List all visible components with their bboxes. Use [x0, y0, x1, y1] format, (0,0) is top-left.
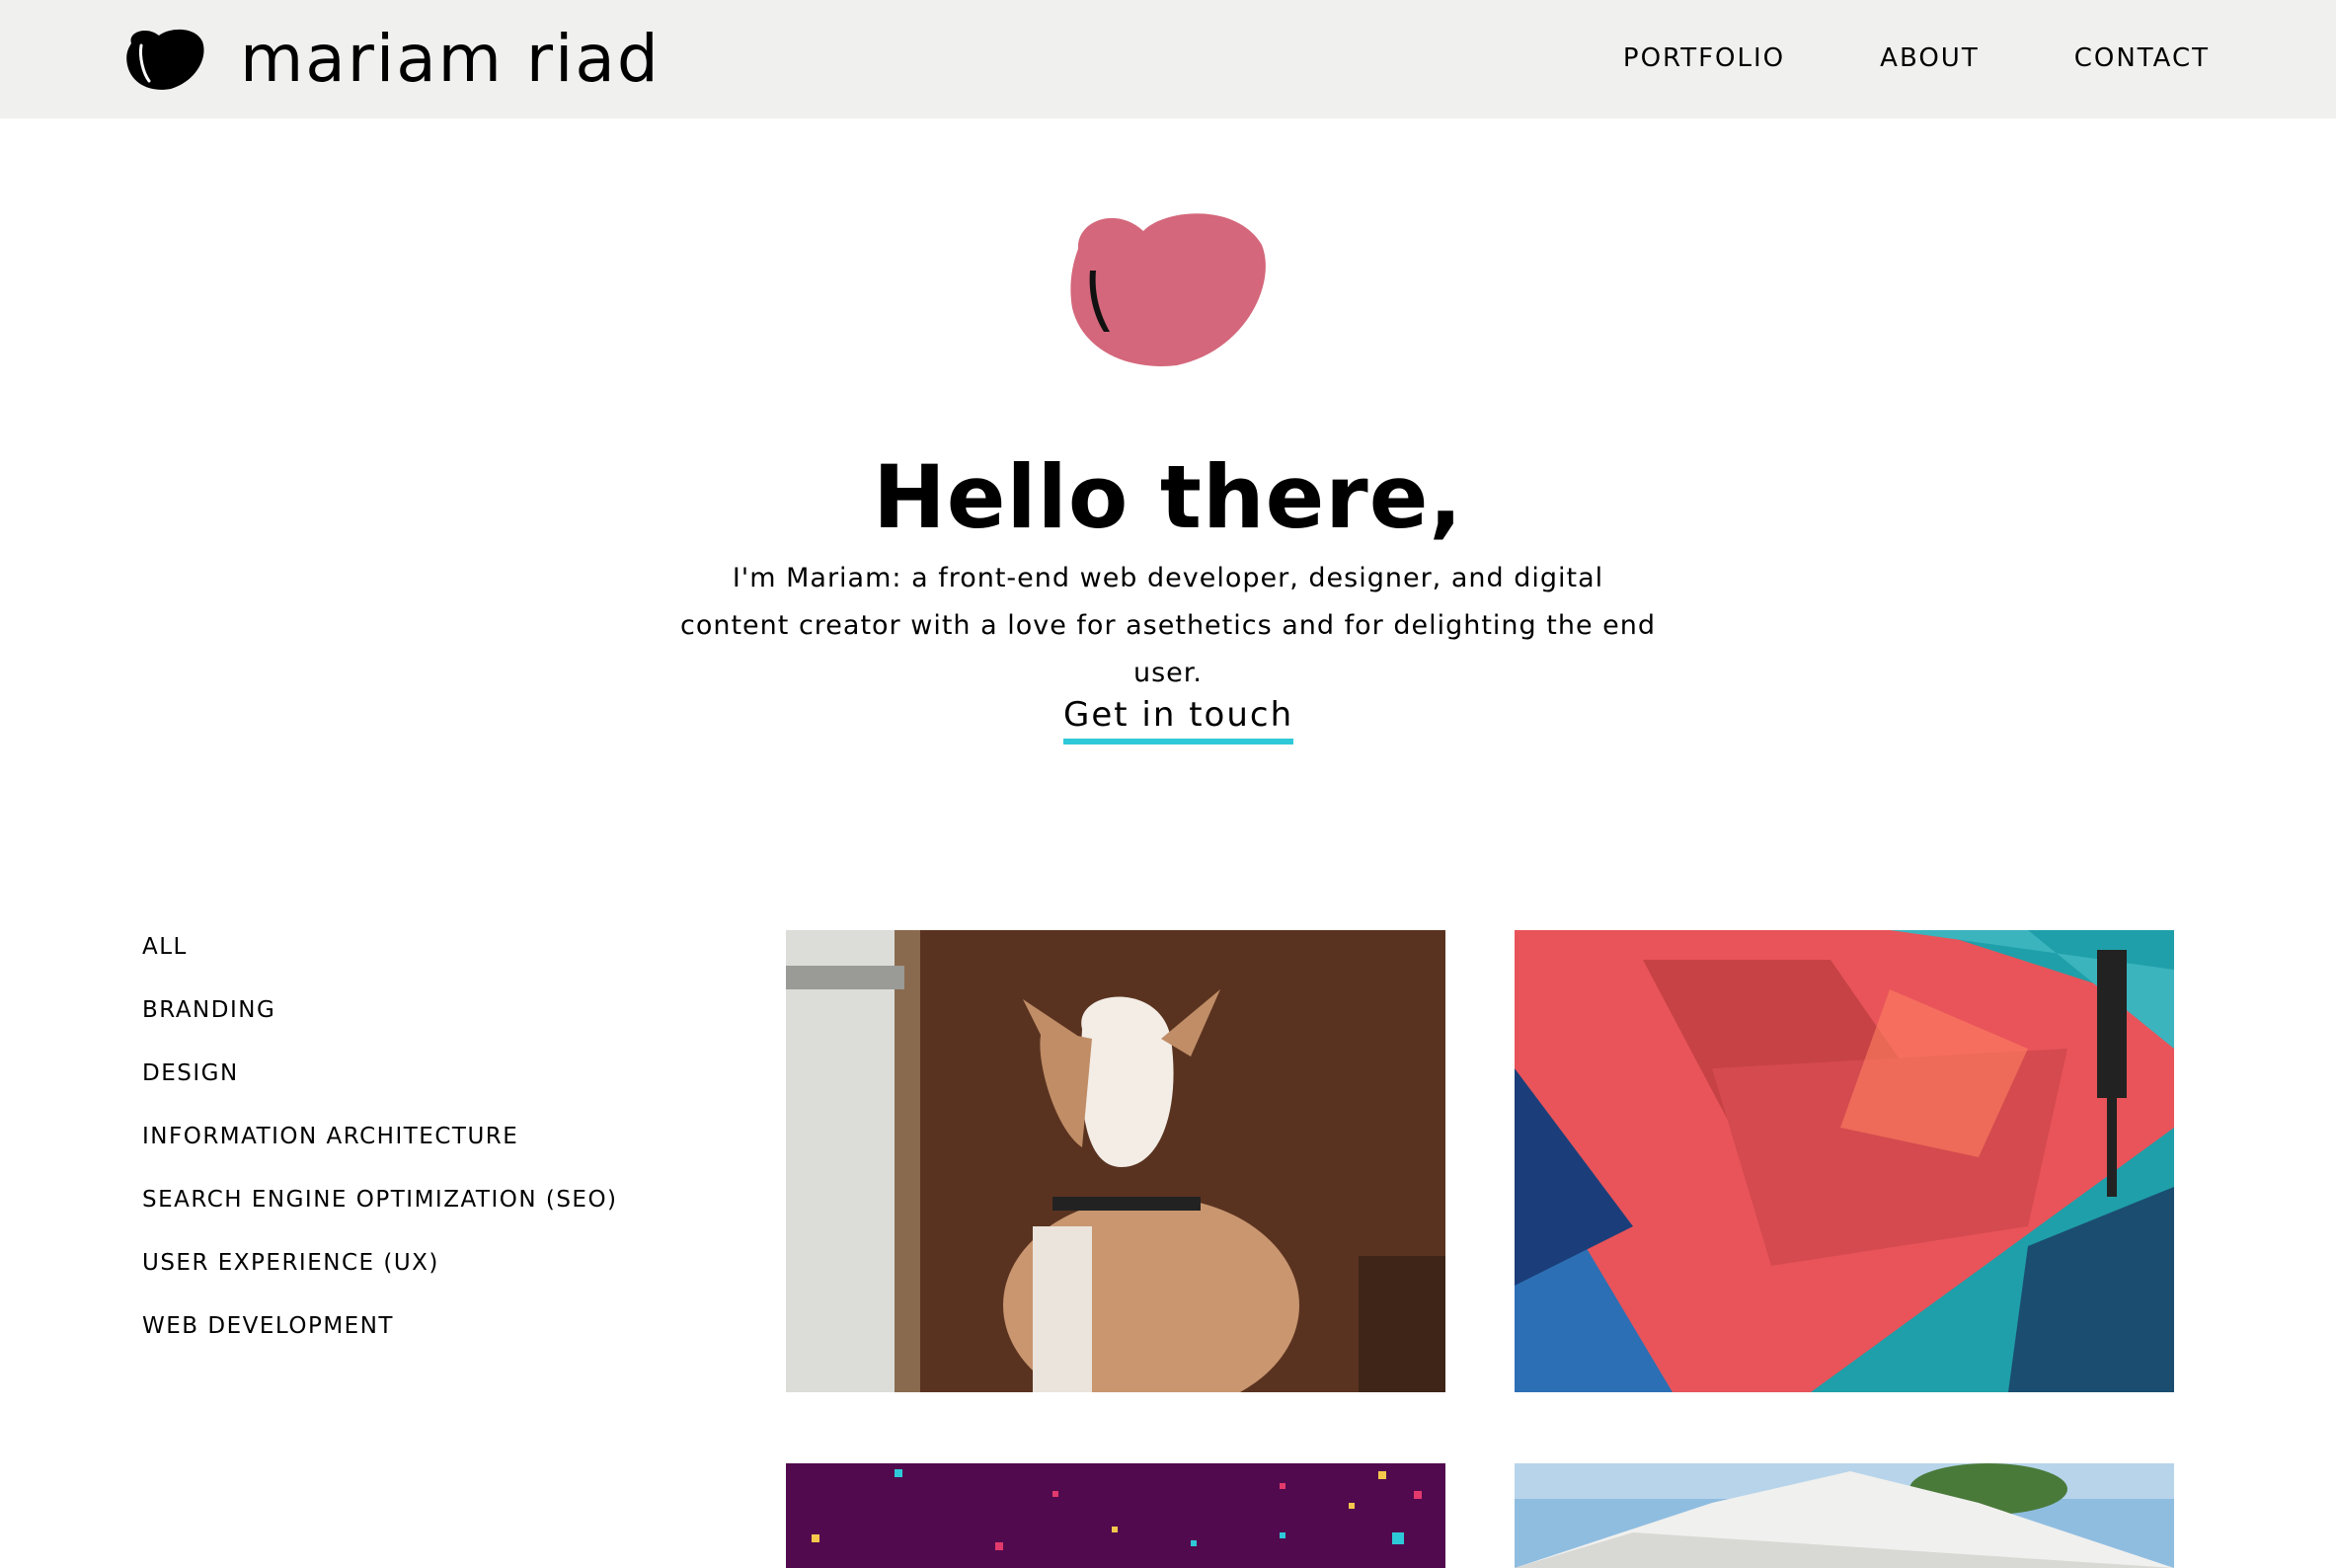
goat-photo-image — [786, 930, 1445, 1392]
filter-information-architecture[interactable]: INFORMATION ARCHITECTURE — [142, 1124, 618, 1187]
site-header: mariam riad PORTFOLIO ABOUT CONTACT — [0, 0, 2336, 118]
nav-portfolio[interactable]: PORTFOLIO — [1623, 43, 1785, 73]
portfolio-tile-goat[interactable] — [786, 930, 1445, 1392]
filter-web-development[interactable]: WEB DEVELOPMENT — [142, 1313, 618, 1376]
filter-design[interactable]: DESIGN — [142, 1060, 618, 1124]
brand-name: mariam riad — [240, 21, 661, 97]
street-mural-photo-image — [1515, 930, 2174, 1392]
portfolio-filter-list: ALL BRANDING DESIGN INFORMATION ARCHITEC… — [142, 934, 618, 1376]
get-in-touch-link[interactable]: Get in touch — [1063, 695, 1294, 745]
hero-title: Hello there, — [873, 446, 1463, 548]
filter-all[interactable]: ALL — [142, 934, 618, 997]
filter-branding[interactable]: BRANDING — [142, 997, 618, 1060]
heart-icon — [1070, 213, 1266, 366]
nav-about[interactable]: ABOUT — [1880, 43, 1980, 73]
heart-logo-icon — [126, 29, 204, 90]
portfolio-tile-mural[interactable] — [1515, 930, 2174, 1392]
portfolio-tile-confetti[interactable] — [786, 1463, 1445, 1568]
filter-seo[interactable]: SEARCH ENGINE OPTIMIZATION (SEO) — [142, 1187, 618, 1250]
white-tent-photo-image — [1515, 1463, 2174, 1568]
portfolio-tile-tent[interactable] — [1515, 1463, 2174, 1568]
nav-contact[interactable]: CONTACT — [2074, 43, 2210, 73]
hero-intro: I'm Mariam: a front-end web developer, d… — [679, 563, 1657, 688]
main-nav: PORTFOLIO ABOUT CONTACT — [1528, 43, 2210, 73]
logo-link[interactable]: mariam riad — [125, 21, 661, 97]
filter-ux[interactable]: USER EXPERIENCE (UX) — [142, 1250, 618, 1313]
purple-confetti-graphic-image — [786, 1463, 1445, 1568]
